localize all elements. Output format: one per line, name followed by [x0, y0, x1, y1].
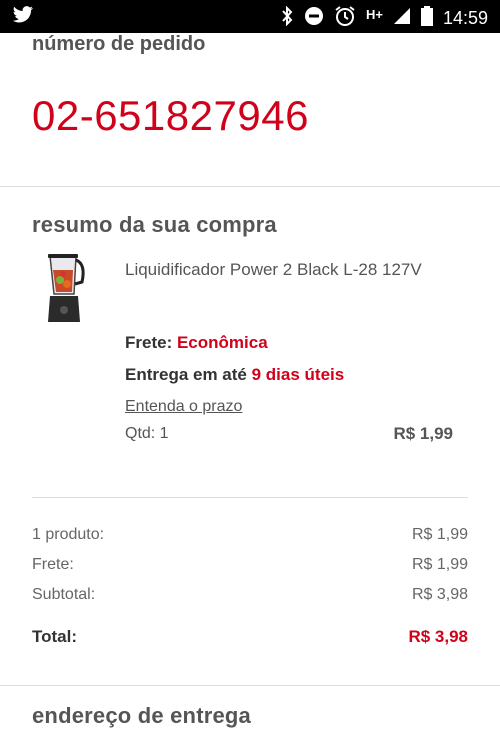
network-type: H+ — [365, 7, 383, 22]
bluetooth-icon — [280, 5, 294, 31]
total-label: Total: — [32, 627, 78, 646]
status-time: 14:59 — [442, 8, 488, 28]
divider — [32, 497, 468, 498]
purchase-summary-title: resumo da sua compra — [32, 212, 277, 237]
quantity: Qtd: 1 — [125, 425, 169, 442]
totals-row-shipping: Frete: R$ 1,99 — [32, 556, 468, 574]
totals-row-label: Frete: — [32, 556, 74, 573]
blender-product-image — [42, 252, 88, 326]
divider — [0, 186, 500, 187]
total-value: R$ 3,98 — [408, 627, 468, 646]
delivery-days: 9 dias úteis — [251, 365, 345, 384]
delivery-label: Entrega em até — [125, 365, 247, 384]
totals-row-label: Subtotal: — [32, 586, 96, 603]
totals-row-label: 1 produto: — [32, 526, 105, 543]
shipping-type: Econômica — [176, 333, 268, 352]
understand-deadline-link[interactable]: Entenda o prazo — [125, 398, 242, 416]
status-bar: H+ 14:59 — [0, 0, 500, 33]
totals-row-value: R$ 3,98 — [411, 586, 468, 603]
totals-row-value: R$ 1,99 — [411, 526, 468, 543]
alarm-icon — [334, 5, 356, 32]
order-number: 02-651827946 — [32, 92, 309, 139]
twitter-icon — [12, 6, 34, 29]
battery-icon — [420, 6, 433, 31]
shipping-info: Frete: Econômica — [125, 333, 268, 353]
shipping-label: Frete: — [125, 333, 173, 352]
totals-row-subtotal: Subtotal: R$ 3,98 — [32, 586, 468, 604]
delivery-address-title: endereço de entrega — [32, 703, 251, 728]
order-number-label: número de pedido — [32, 33, 206, 55]
totals-row-value: R$ 1,99 — [411, 556, 468, 573]
totals-row-products: 1 produto: R$ 1,99 — [32, 526, 468, 544]
product-name[interactable]: Liquidificador Power 2 Black L-28 127V — [125, 256, 445, 284]
signal-icon — [393, 7, 411, 30]
divider — [0, 685, 500, 686]
delivery-estimate: Entrega em até 9 dias úteis — [125, 365, 344, 385]
totals-row-total: Total: R$ 3,98 — [32, 627, 468, 647]
do-not-disturb-icon — [304, 6, 324, 31]
item-price: R$ 1,99 — [393, 424, 453, 443]
